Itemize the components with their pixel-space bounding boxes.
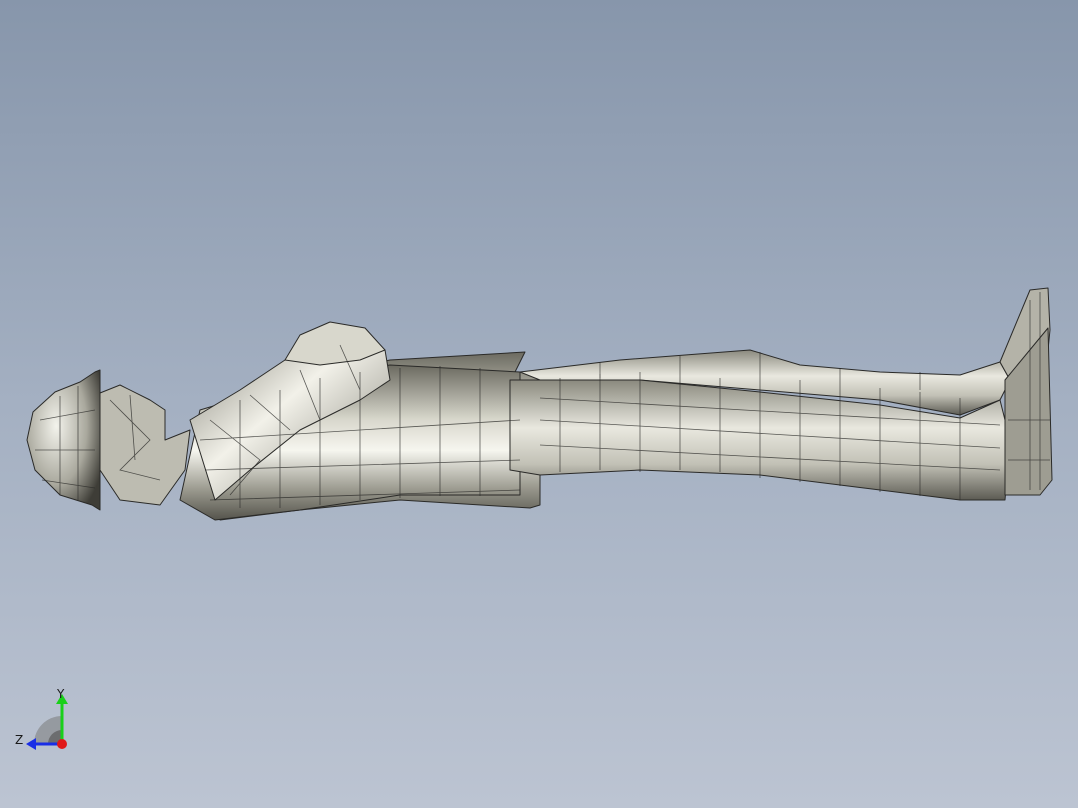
x-axis-dot [57,739,67,749]
helmet-shape [26,369,101,511]
y-axis-label: Y [56,687,65,701]
graphics-viewport[interactable]: Y Z [0,0,1078,808]
face-shape [94,384,191,506]
z-axis-label: Z [15,733,23,747]
z-axis-arrowhead [26,738,36,750]
worker-lying-mesh-model[interactable] [0,0,1078,808]
coordinate-triad: Y Z [15,687,68,750]
